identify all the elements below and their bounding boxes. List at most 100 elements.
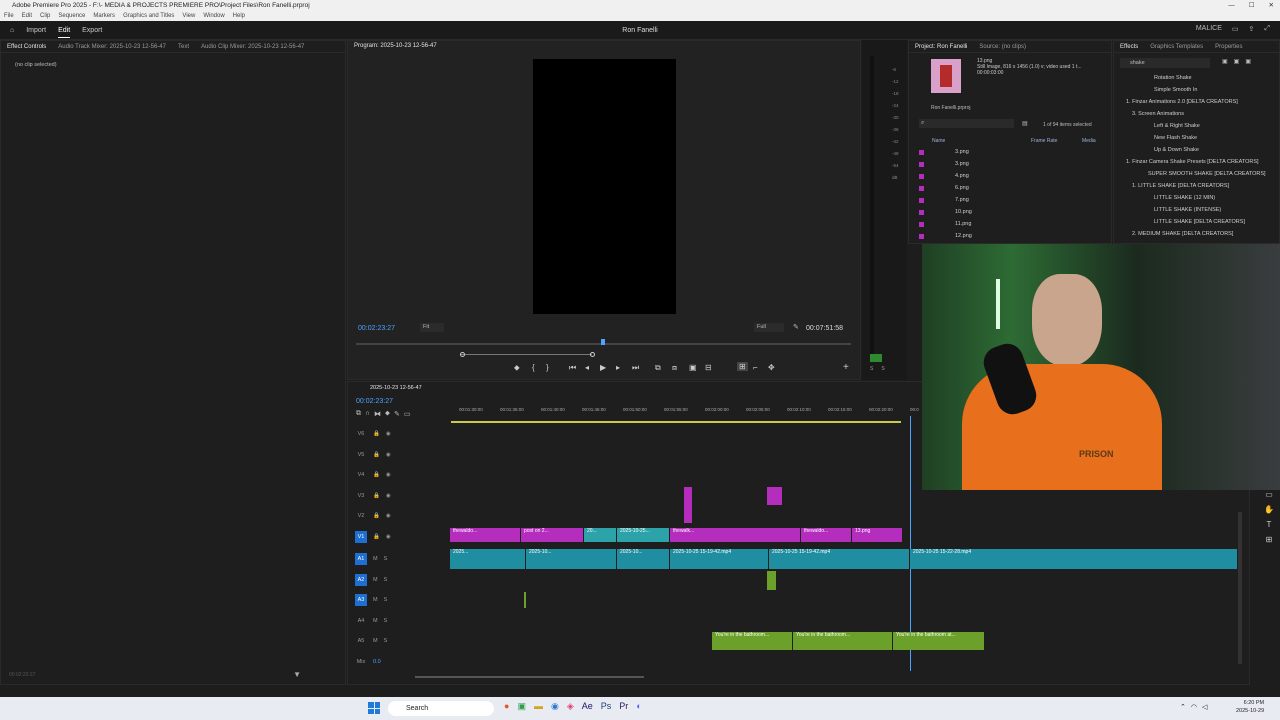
- add-marker-icon[interactable]: ⬥: [385, 410, 390, 418]
- v3-clip[interactable]: [767, 487, 782, 505]
- a3-clip[interactable]: [524, 592, 526, 608]
- yuv-icon[interactable]: ▣: [1245, 58, 1251, 65]
- project-item[interactable]: 4.png: [955, 173, 969, 179]
- v1-clip[interactable]: thewaldo...: [801, 528, 851, 542]
- windows-start-icon[interactable]: [368, 702, 380, 714]
- app-icon[interactable]: ◈: [567, 701, 574, 712]
- mute-button[interactable]: M: [373, 618, 378, 624]
- solo-button[interactable]: S: [384, 577, 388, 583]
- project-item[interactable]: 11.png: [955, 221, 971, 227]
- wifi-icon[interactable]: ◠: [1191, 703, 1197, 711]
- effect-folder[interactable]: 1. Finzar Camera Shake Presets [DELTA CR…: [1126, 159, 1259, 165]
- nav-import[interactable]: Import: [26, 24, 46, 38]
- mark-out-icon[interactable]: }: [546, 363, 549, 372]
- lock-icon[interactable]: 🔒: [373, 534, 380, 540]
- quick-export-icon[interactable]: ⇪: [1249, 25, 1255, 33]
- lift-icon[interactable]: ⧉: [655, 363, 661, 373]
- v1-clip[interactable]: 2025-10-25...: [617, 528, 669, 542]
- v1-clip[interactable]: thewalk...: [670, 528, 800, 542]
- track-a2[interactable]: A2: [355, 574, 367, 586]
- go-to-in-icon[interactable]: ⏮: [569, 363, 576, 373]
- a1-clip[interactable]: 2025...: [450, 549, 525, 569]
- timeline-scrollbar[interactable]: [1238, 512, 1242, 664]
- tab-effects[interactable]: Effects: [1120, 41, 1138, 52]
- nav-export[interactable]: Export: [82, 24, 102, 38]
- extract-icon[interactable]: ⧈: [672, 363, 677, 373]
- menu-view[interactable]: View: [182, 11, 195, 21]
- mark-in-icon[interactable]: {: [532, 363, 535, 372]
- selection-tool-icon[interactable]: ▭: [1265, 490, 1273, 499]
- volume-icon[interactable]: ◁: [1202, 703, 1207, 711]
- taskbar-date[interactable]: 2025-10-29: [1236, 707, 1264, 715]
- discord-icon[interactable]: ◐: [636, 701, 641, 712]
- browser-icon[interactable]: ◉: [551, 701, 559, 712]
- type-tool-icon[interactable]: T: [1267, 520, 1272, 529]
- a1-clip[interactable]: 2025-10-25 15-19-42.mp4: [769, 549, 909, 569]
- linked-selection-icon[interactable]: ⧓: [374, 410, 381, 418]
- eye-icon[interactable]: ◉: [386, 534, 391, 540]
- timeline-timecode[interactable]: 00:02:23:27: [356, 398, 393, 405]
- track-v4[interactable]: V4: [355, 469, 367, 481]
- effect-folder[interactable]: 3. Screen Animations: [1132, 111, 1184, 117]
- project-item[interactable]: 12.png: [955, 233, 972, 239]
- eye-icon[interactable]: ◉: [386, 452, 391, 458]
- project-item[interactable]: 7.png: [955, 197, 969, 203]
- eye-icon[interactable]: ◉: [386, 493, 391, 499]
- solo-left-button[interactable]: S: [870, 366, 873, 372]
- effect-item[interactable]: Rotation Shake: [1154, 75, 1192, 81]
- workspace-icon[interactable]: ▭: [1232, 25, 1239, 33]
- menu-markers[interactable]: Markers: [93, 11, 115, 21]
- a1-clip[interactable]: 2025-10...: [526, 549, 616, 569]
- column-media[interactable]: Media: [1082, 138, 1096, 144]
- captions-icon[interactable]: ▭: [404, 410, 411, 418]
- effect-item[interactable]: LITTLE SHAKE [DELTA CREATORS]: [1154, 219, 1245, 225]
- fullscreen-icon[interactable]: ⤢: [1264, 25, 1270, 33]
- tray-chevron-icon[interactable]: ⌃: [1180, 703, 1186, 711]
- marker-icon[interactable]: ⬥: [514, 363, 520, 373]
- folder-icon[interactable]: ▬: [534, 701, 543, 712]
- tab-source[interactable]: Source: (no clips): [979, 41, 1026, 52]
- 32bit-icon[interactable]: ▣: [1234, 58, 1240, 65]
- maximize-icon[interactable]: ☐: [1249, 0, 1255, 11]
- eye-icon[interactable]: ◉: [386, 472, 391, 478]
- v1-clip[interactable]: thewaldo...: [450, 528, 520, 542]
- menu-sequence[interactable]: Sequence: [58, 11, 85, 21]
- go-to-out-icon[interactable]: ⏭: [632, 363, 639, 373]
- lock-icon[interactable]: 🔒: [373, 472, 380, 478]
- selected-thumbnail[interactable]: [931, 59, 961, 93]
- a1-clip[interactable]: 2025-10-25 15-19-42.mp4: [670, 549, 768, 569]
- comparison-icon[interactable]: ⊟: [705, 363, 712, 372]
- a1-clip[interactable]: 2025-10-25 15-22-28.mp4: [910, 549, 1237, 569]
- project-item[interactable]: 3.png: [955, 161, 969, 167]
- column-frame-rate[interactable]: Frame Rate: [1031, 138, 1057, 144]
- track-v5[interactable]: V5: [355, 449, 367, 461]
- v1-clip[interactable]: post on 2...: [521, 528, 583, 542]
- tab-program[interactable]: Program: 2025-10-23 12-56-47: [354, 43, 437, 49]
- menu-help[interactable]: Help: [233, 11, 245, 21]
- fit-dropdown[interactable]: Fit: [420, 323, 444, 332]
- track-v6[interactable]: V6: [355, 428, 367, 440]
- effect-item[interactable]: New Flash Shake: [1154, 135, 1197, 141]
- solo-button[interactable]: S: [384, 618, 388, 624]
- mute-button[interactable]: M: [373, 638, 378, 644]
- home-icon[interactable]: ⌂: [10, 24, 14, 38]
- filter-icon[interactable]: ▼: [293, 670, 301, 679]
- mute-button[interactable]: M: [373, 556, 378, 562]
- track-a5[interactable]: A5: [355, 635, 367, 647]
- track-v2[interactable]: V2: [355, 510, 367, 522]
- sequence-tab[interactable]: 2025-10-23 12-56-47: [370, 385, 422, 391]
- tab-effect-controls[interactable]: Effect Controls: [7, 41, 46, 52]
- zoom-bar[interactable]: [460, 354, 592, 355]
- effect-item[interactable]: LITTLE SHAKE (INTENSE): [1154, 207, 1221, 213]
- tab-audio-track-mixer[interactable]: Audio Track Mixer: 2025-10-23 12-56-47: [58, 41, 166, 52]
- zoom-handle-right[interactable]: [590, 352, 595, 357]
- new-bin-icon[interactable]: ▤: [1022, 120, 1028, 127]
- a1-clip[interactable]: 2025-10...: [617, 549, 669, 569]
- step-forward-icon[interactable]: ▸: [616, 363, 620, 372]
- a5-clip[interactable]: You're in the bathroom...: [793, 632, 892, 650]
- time-ruler[interactable]: 00:01:30:00 00:01:35:00 00:01:40:00 00:0…: [451, 407, 919, 421]
- solo-button[interactable]: S: [384, 597, 388, 603]
- lock-icon[interactable]: 🔒: [373, 493, 380, 499]
- lock-icon[interactable]: 🔒: [373, 452, 380, 458]
- play-icon[interactable]: ▶: [600, 363, 606, 372]
